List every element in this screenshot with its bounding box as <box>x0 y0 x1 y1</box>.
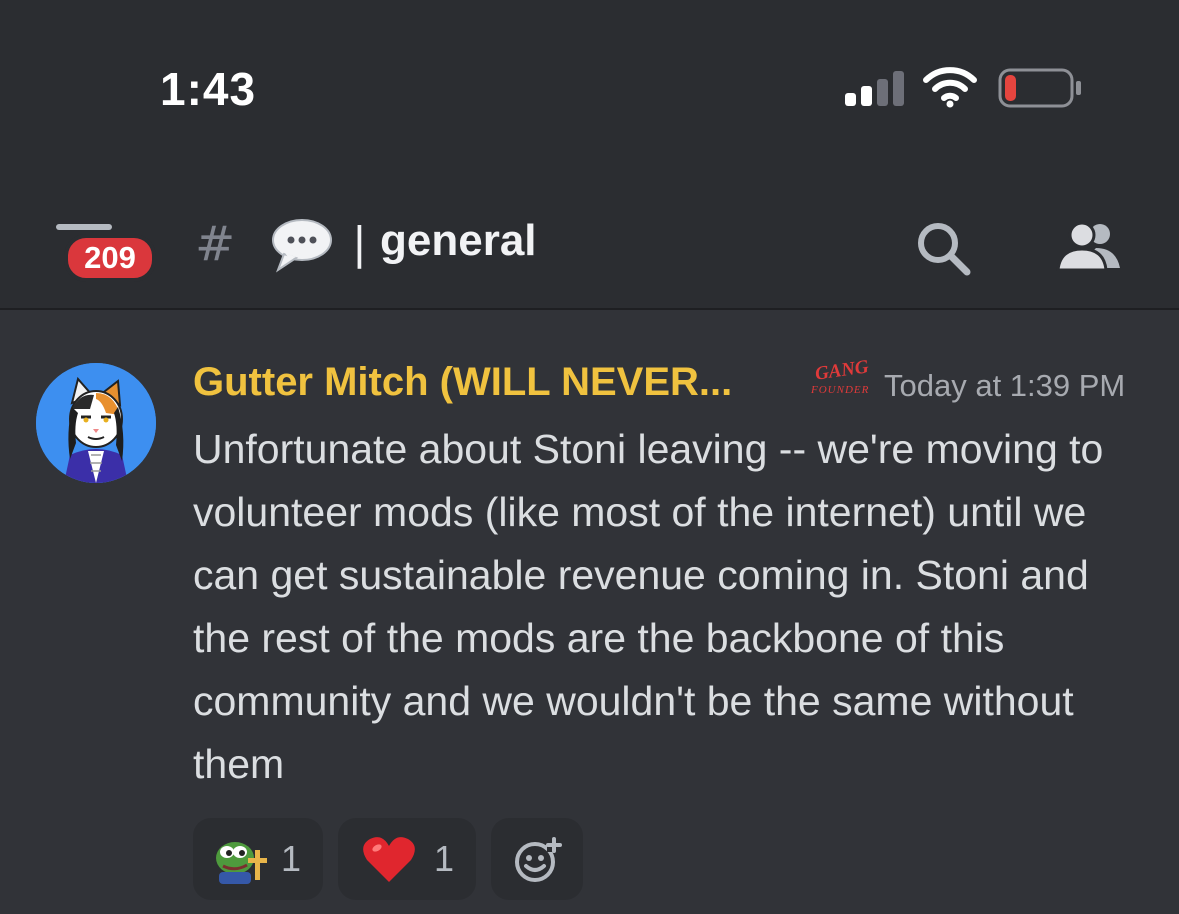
avatar[interactable] <box>36 363 156 483</box>
search-icon <box>918 223 971 276</box>
add-reaction-button[interactable] <box>491 818 583 900</box>
pepe-cross-emoji <box>216 842 267 884</box>
server-menu-button[interactable]: 209 <box>52 222 156 282</box>
message-timestamp: Today at 1:39 PM <box>884 368 1126 403</box>
reaction-count: 1 <box>281 838 302 879</box>
reaction-pepe[interactable]: 1 <box>193 818 323 900</box>
menu-icon <box>56 224 112 230</box>
cellular-signal-icon <box>845 70 905 106</box>
wifi-icon <box>922 66 978 112</box>
reaction-count: 1 <box>434 838 455 879</box>
members-icon <box>1056 221 1120 272</box>
battery-low-icon <box>998 68 1084 114</box>
speech-bubble-emoji <box>270 216 334 278</box>
role-tag-line1: GANG <box>813 356 870 385</box>
message-text: Unfortunate about Stoni leaving -- we're… <box>193 426 1104 787</box>
members-button[interactable] <box>1056 220 1122 278</box>
hash-icon: # <box>195 216 236 272</box>
name-separator: | <box>352 218 367 269</box>
status-time: 1:43 <box>160 63 257 115</box>
status-bar: 1:43 <box>0 0 1179 180</box>
unread-badge: 209 <box>64 234 156 282</box>
channel-name[interactable]: general <box>380 216 537 266</box>
add-reaction-icon <box>515 837 562 882</box>
reaction-heart[interactable]: 1 <box>338 818 476 900</box>
role-tag-icon: GANG FOUNDER <box>809 356 870 404</box>
author-name[interactable]: Gutter Mitch (WILL NEVER... <box>193 360 732 405</box>
role-tag-line2: FOUNDER <box>811 384 870 396</box>
red-heart-emoji <box>363 837 415 882</box>
channel-header: 209 # | general <box>0 180 1179 310</box>
message-header: Gutter Mitch (WILL NEVER... GANG FOUNDER… <box>193 356 1163 416</box>
search-button[interactable] <box>915 220 975 284</box>
